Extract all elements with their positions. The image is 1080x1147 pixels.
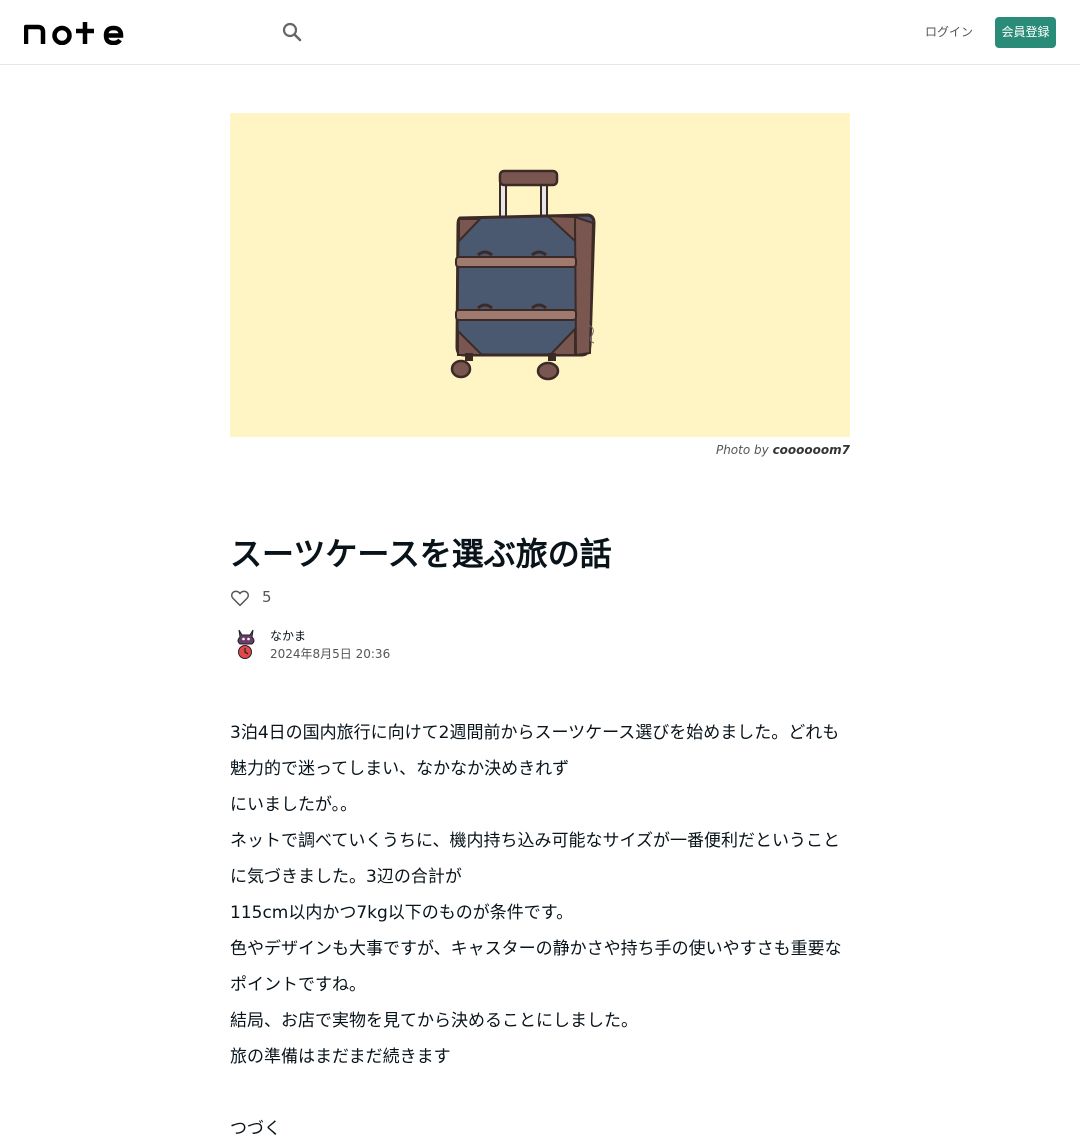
body-line: 色やデザインも大事ですが、キャスターの静かさや持ち手の使いやすさも重要なポイント…	[230, 939, 842, 995]
photo-credit-user[interactable]: coooooom7	[773, 443, 850, 457]
suitcase-illustration	[450, 169, 596, 381]
heart-outline-icon[interactable]	[229, 587, 251, 609]
body-line: 3泊4日の国内旅行に向けて2週間前からスーツケース選びを始めました。どれも魅力的…	[230, 723, 840, 779]
note-logo[interactable]	[23, 19, 124, 46]
article-title: スーツケースを選ぶ旅の話	[230, 535, 612, 573]
body-line: 旅の準備はまだまだ続きます	[230, 1047, 451, 1067]
search-icon[interactable]	[280, 20, 304, 44]
hero-image	[230, 113, 850, 437]
article-body: 3泊4日の国内旅行に向けて2週間前からスーツケース選びを始めました。どれも魅力的…	[230, 715, 852, 1147]
photo-credit-prefix: Photo by	[715, 443, 769, 457]
note-logo-icon	[23, 22, 124, 46]
body-line: ネットで調べていくうちに、機内持ち込み可能なサイズが一番便利だということに気づき…	[230, 831, 840, 887]
body-line: にいましたが。。	[230, 795, 358, 815]
post-date: 2024年8月5日 20:36	[270, 647, 391, 661]
body-line: 115cm以内かつ7kg以下のものが条件です。	[230, 903, 574, 923]
author-name[interactable]: なかま	[270, 628, 306, 644]
site-header: ログイン 会員登録	[0, 0, 1080, 65]
body-line: つづく	[230, 1119, 281, 1139]
body-line: 結局、お店で実物を見てから決めることにしました。	[230, 1011, 638, 1031]
login-link[interactable]: ログイン	[920, 23, 978, 41]
photo-credit: Photo by coooooom7	[230, 443, 850, 457]
like-count: 5	[262, 588, 272, 606]
signup-button[interactable]: 会員登録	[995, 17, 1056, 48]
author-avatar[interactable]	[230, 626, 262, 660]
